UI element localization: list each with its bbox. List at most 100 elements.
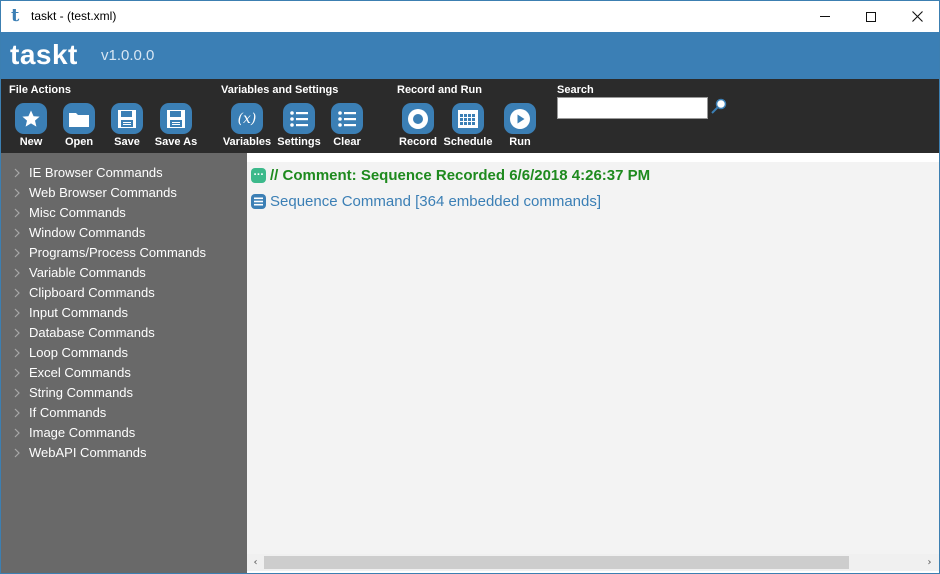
title-bar[interactable]: t taskt - (test.xml) (1, 1, 939, 32)
scroll-right-button[interactable]: › (921, 554, 938, 571)
record-button-label: Record (399, 136, 437, 148)
star-icon (15, 103, 47, 134)
brand-version: v1.0.0.0 (101, 47, 155, 64)
script-panel: ... // Comment: Sequence Recorded 6/6/20… (247, 153, 939, 573)
sidebar-item-programs-process[interactable]: Programs/Process Commands (1, 243, 247, 263)
sidebar-item-label: Image Commands (29, 425, 136, 440)
command-text: Sequence Command [364 embedded commands] (270, 192, 602, 210)
sidebar-item-excel[interactable]: Excel Commands (1, 363, 247, 383)
sidebar-item-database[interactable]: Database Commands (1, 323, 247, 343)
list-settings-icon (283, 103, 315, 134)
sidebar-item-label: Variable Commands (29, 265, 146, 280)
comment-icon-glyph: ... (253, 168, 264, 178)
scroll-thumb[interactable] (264, 556, 849, 569)
chevron-right-icon (14, 188, 20, 198)
group-label-record-run: Record and Run (397, 84, 482, 96)
record-icon (402, 103, 434, 134)
run-button-label: Run (509, 136, 531, 148)
chevron-right-icon (14, 368, 20, 378)
sidebar-item-variable[interactable]: Variable Commands (1, 263, 247, 283)
variables-icon: (x) (231, 103, 263, 134)
schedule-button-label: Schedule (443, 136, 493, 148)
sidebar-item-label: IE Browser Commands (29, 165, 163, 180)
sidebar-item-loop[interactable]: Loop Commands (1, 343, 247, 363)
chevron-right-icon (14, 268, 20, 278)
sidebar-item-string[interactable]: String Commands (1, 383, 247, 403)
sidebar-item-label: Web Browser Commands (29, 185, 177, 200)
close-button[interactable] (894, 1, 939, 32)
chevron-right-icon (14, 248, 20, 258)
command-text: // Comment: Sequence Recorded 6/6/2018 4… (270, 166, 651, 184)
window-title: taskt - (test.xml) (31, 9, 117, 23)
sidebar-item-label: Misc Commands (29, 205, 126, 220)
horizontal-scrollbar[interactable]: ‹ › (247, 554, 939, 571)
chevron-right-icon (14, 408, 20, 418)
sidebar-item-label: Clipboard Commands (29, 285, 155, 300)
scroll-left-button[interactable]: ‹ (247, 554, 264, 571)
script-commands-list[interactable]: ... // Comment: Sequence Recorded 6/6/20… (247, 162, 939, 554)
sidebar-item-clipboard[interactable]: Clipboard Commands (1, 283, 247, 303)
sidebar-item-ie-browser[interactable]: IE Browser Commands (1, 163, 247, 183)
play-icon (504, 103, 536, 134)
save-as-button[interactable]: Save As (148, 103, 204, 151)
variables-button[interactable]: (x) Variables (219, 103, 275, 151)
sidebar-item-label: Window Commands (29, 225, 146, 240)
sidebar-item-misc[interactable]: Misc Commands (1, 203, 247, 223)
close-icon (911, 11, 923, 22)
sidebar-item-label: If Commands (29, 405, 107, 420)
folder-icon (63, 103, 95, 134)
sidebar-item-label: WebAPI Commands (29, 445, 147, 460)
maximize-icon (866, 11, 876, 22)
chevron-right-icon (14, 428, 20, 438)
minimize-button[interactable] (802, 1, 848, 32)
record-button[interactable]: Record (390, 103, 446, 151)
run-button[interactable]: Run (492, 103, 548, 151)
sequence-icon (251, 193, 266, 209)
brand-name: taskt (10, 39, 78, 70)
minimize-icon (820, 16, 830, 17)
sidebar-item-label: Database Commands (29, 325, 155, 340)
sidebar-item-input[interactable]: Input Commands (1, 303, 247, 323)
chevron-right-icon (14, 388, 20, 398)
chevron-right-icon (14, 288, 20, 298)
group-label-variables-settings: Variables and Settings (221, 84, 339, 96)
save-button-label: Save (114, 136, 140, 148)
chevron-right-icon (14, 328, 20, 338)
clear-button[interactable]: Clear (319, 103, 375, 151)
calendar-icon (452, 103, 484, 134)
chevron-right-icon (14, 168, 20, 178)
sidebar-item-web-browser[interactable]: Web Browser Commands (1, 183, 247, 203)
command-sidebar: IE Browser Commands Web Browser Commands… (1, 153, 247, 573)
sidebar-item-label: Programs/Process Commands (29, 245, 206, 260)
chevron-right-icon (14, 228, 20, 238)
comment-icon: ... (251, 167, 266, 183)
app-window: t taskt - (test.xml) taskt v1.0.0.0 File… (0, 0, 940, 574)
sidebar-item-webapi[interactable]: WebAPI Commands (1, 443, 247, 463)
sidebar-item-window[interactable]: Window Commands (1, 223, 247, 243)
search-input[interactable] (557, 97, 708, 119)
save-icon (111, 103, 143, 134)
group-label-file-actions: File Actions (9, 84, 71, 96)
sidebar-item-label: Loop Commands (29, 345, 128, 360)
variables-icon-glyph: (x) (237, 110, 257, 127)
sidebar-item-label: Excel Commands (29, 365, 131, 380)
sidebar-item-label: Input Commands (29, 305, 128, 320)
variables-button-label: Variables (222, 136, 272, 148)
command-row-comment[interactable]: ... // Comment: Sequence Recorded 6/6/20… (251, 164, 650, 186)
save-as-button-label: Save As (154, 136, 198, 148)
list-clear-icon (331, 103, 363, 134)
save-as-icon (160, 103, 192, 134)
sidebar-item-label: String Commands (29, 385, 134, 400)
chevron-right-icon (14, 308, 20, 318)
search-icon[interactable] (709, 97, 729, 117)
chevron-right-icon (14, 448, 20, 458)
maximize-button[interactable] (848, 1, 894, 32)
command-row-sequence[interactable]: Sequence Command [364 embedded commands] (251, 190, 601, 212)
sidebar-item-if[interactable]: If Commands (1, 403, 247, 423)
save-button[interactable]: Save (99, 103, 155, 151)
group-label-search: Search (557, 84, 594, 96)
chevron-right-icon (14, 348, 20, 358)
sidebar-item-image[interactable]: Image Commands (1, 423, 247, 443)
schedule-button[interactable]: Schedule (440, 103, 496, 151)
chevron-right-icon (14, 208, 20, 218)
